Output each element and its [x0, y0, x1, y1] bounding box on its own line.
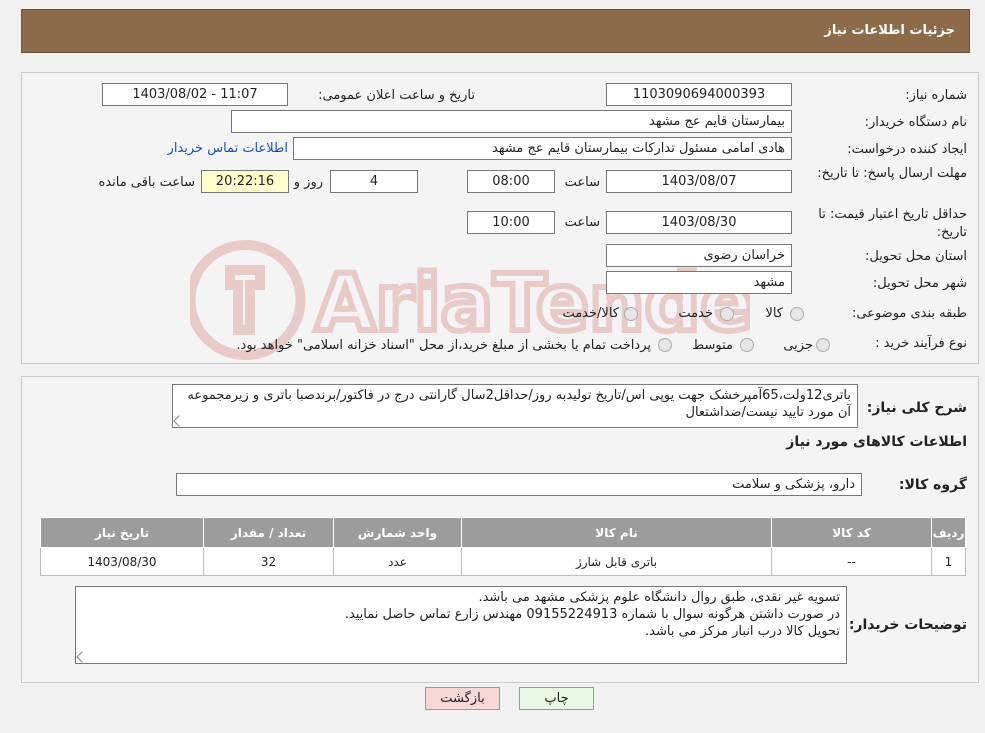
col-code: کد کالا	[771, 517, 932, 548]
resize-grip-icon[interactable]	[173, 415, 185, 427]
province-field: خراسان رضوی	[606, 244, 792, 267]
back-button[interactable]: بازگشت	[425, 687, 500, 710]
validity-date-field: 1403/08/30	[606, 211, 792, 234]
table-row: 1 -- باتری قابل شارژ عدد 32 1403/08/30	[40, 547, 966, 576]
remaining-time-field: 20:22:16	[201, 170, 289, 193]
buyer-notes-textarea[interactable]: تسویه غیر نقدی، طبق روال دانشگاه علوم پز…	[75, 586, 847, 664]
category-service-radio[interactable]	[720, 307, 734, 321]
summary-label: شرح کلی نیاز:	[866, 400, 967, 416]
cell-name: باتری قابل شارژ	[461, 547, 772, 576]
goods-info-title: اطلاعات کالاهای مورد نیاز	[786, 434, 967, 450]
process-minor-radio[interactable]	[816, 338, 830, 352]
category-goods-service-radio[interactable]	[624, 307, 638, 321]
goods-group-field: دارو، پزشکی و سلامت	[176, 473, 862, 496]
page-header: جزئیات اطلاعات نیاز	[21, 9, 970, 53]
remaining-label: ساعت باقی مانده	[98, 175, 195, 190]
deadline-time-field: 08:00	[467, 170, 555, 193]
treasury-checkbox[interactable]	[658, 338, 672, 352]
cell-row: 1	[931, 547, 966, 576]
col-unit: واحد شمارش	[333, 517, 462, 548]
process-medium-radio[interactable]	[740, 338, 754, 352]
buyer-notes-label: توضیحات خریدار:	[848, 617, 967, 633]
process-label: نوع فرآیند خرید :	[875, 336, 967, 351]
category-service-label: خدمت	[678, 306, 713, 321]
need-number-label: شماره نیاز:	[905, 88, 967, 103]
category-label: طبقه بندی موضوعی:	[851, 306, 967, 321]
goods-table: ردیف کد کالا نام کالا واحد شمارش تعداد /…	[40, 517, 966, 576]
print-button[interactable]: چاپ	[519, 687, 594, 710]
creator-field: هادی امامی مسئول تدارکات بیمارستان قایم …	[293, 137, 792, 160]
buyer-org-label: نام دستگاه خریدار:	[864, 115, 967, 130]
cell-code: --	[771, 547, 932, 576]
cell-date: 1403/08/30	[40, 547, 204, 576]
summary-textarea[interactable]: باتری12ولت،65آمپرخشک جهت یوپی اس/تاریخ ت…	[172, 384, 858, 428]
buyer-note-line: تحویل کالا درب انبار مرکز می باشد.	[645, 624, 840, 639]
city-label: شهر محل تحویل:	[872, 276, 967, 291]
col-name: نام کالا	[461, 517, 772, 548]
goods-group-label: گروه کالا:	[898, 477, 967, 493]
col-row: ردیف	[931, 517, 966, 548]
announce-label: تاریخ و ساعت اعلان عمومی:	[318, 88, 475, 103]
creator-label: ایجاد کننده درخواست:	[847, 142, 967, 157]
cell-qty: 32	[203, 547, 334, 576]
deadline-label: مهلت ارسال پاسخ: تا تاریخ:	[817, 166, 967, 181]
need-number-field: 1103090694000393	[606, 83, 792, 106]
days-label: روز و	[293, 175, 323, 190]
buyer-org-field: بیمارستان قایم عج مشهد	[231, 110, 792, 133]
province-label: استان محل تحویل:	[865, 249, 967, 264]
category-goods-radio[interactable]	[790, 307, 804, 321]
treasury-note: پرداخت تمام یا بخشی از مبلغ خرید،از محل …	[236, 338, 651, 353]
announce-datetime-field: 1403/08/02 - 11:07	[102, 83, 288, 106]
city-field: مشهد	[606, 271, 792, 294]
summary-text: باتری12ولت،65آمپرخشک جهت یوپی اس/تاریخ ت…	[187, 388, 851, 420]
buyer-note-line: در صورت داشتن هرگونه سوال با شماره 09155…	[344, 607, 840, 622]
page-title: جزئیات اطلاعات نیاز	[824, 23, 955, 38]
validity-time-field: 10:00	[467, 211, 555, 234]
days-field: 4	[330, 170, 418, 193]
buyer-contact-link[interactable]: اطلاعات تماس خریدار	[168, 141, 288, 156]
category-goods-label: کالا	[765, 306, 783, 321]
deadline-time-label: ساعت	[564, 175, 600, 190]
process-minor-label: جزیی	[783, 338, 813, 353]
validity-label: حداقل تاریخ اعتبار قیمت: تا تاریخ:	[818, 207, 967, 240]
process-medium-label: متوسط	[692, 338, 733, 353]
buyer-note-line: تسویه غیر نقدی، طبق روال دانشگاه علوم پز…	[478, 590, 840, 605]
col-date: تاریخ نیاز	[40, 517, 204, 548]
validity-time-label: ساعت	[564, 215, 600, 230]
col-qty: تعداد / مقدار	[203, 517, 334, 548]
cell-unit: عدد	[333, 547, 462, 576]
category-goods-service-label: کالا/خدمت	[562, 306, 619, 321]
resize-grip-icon[interactable]	[76, 651, 88, 663]
goods-table-header: ردیف کد کالا نام کالا واحد شمارش تعداد /…	[40, 517, 966, 548]
deadline-date-field: 1403/08/07	[606, 170, 792, 193]
